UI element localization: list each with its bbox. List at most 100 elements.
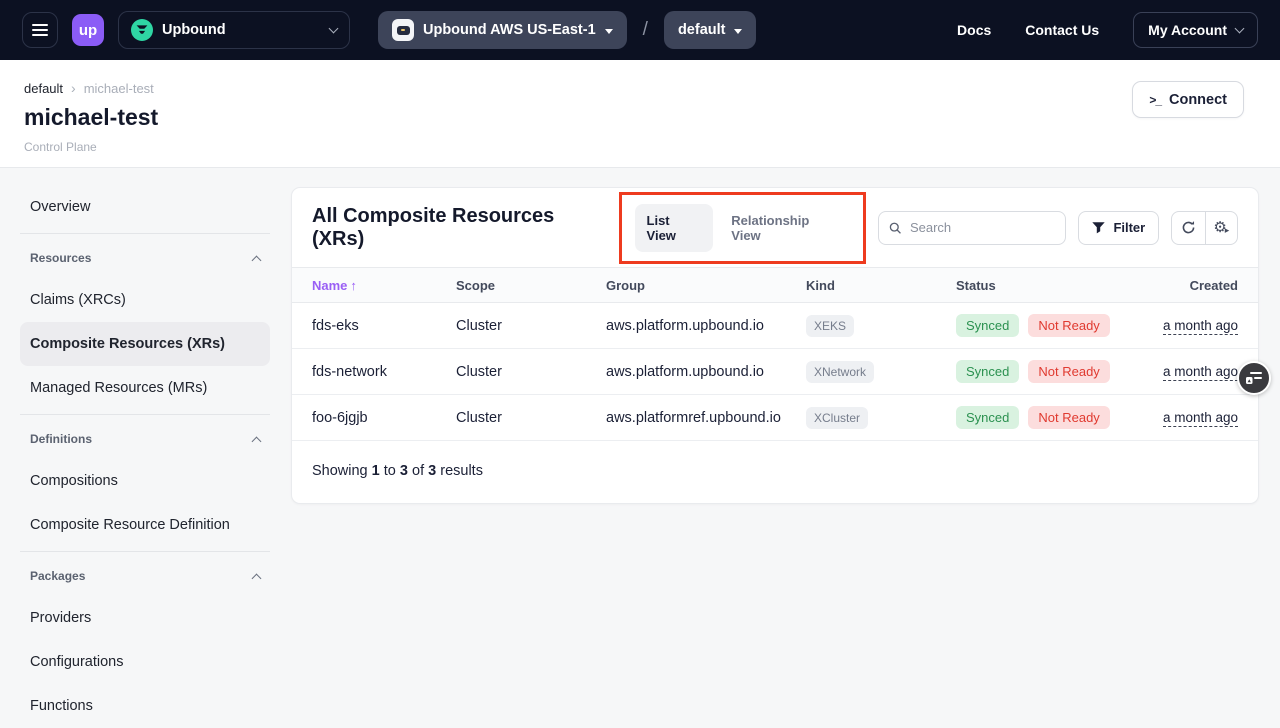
column-header-group[interactable]: Group [606,278,806,293]
control-plane-selector-label: Upbound AWS US-East-1 [423,22,596,38]
upbound-logo[interactable]: up [72,14,104,46]
sidebar-section-label: Packages [30,569,85,583]
table-row[interactable]: fds-network Cluster aws.platform.upbound… [292,349,1258,395]
group-selector-label: default [678,22,726,38]
cell-name: fds-eks [312,318,456,334]
navbar-right: Docs Contact Us My Account [957,12,1258,48]
my-account-menu[interactable]: My Account [1133,12,1258,48]
connect-button[interactable]: >_ Connect [1132,81,1244,118]
control-plane-selector[interactable]: Upbound AWS US-East-1 [378,11,627,49]
contact-us-link[interactable]: Contact Us [1025,22,1099,38]
divider [20,233,270,234]
connect-button-label: Connect [1169,92,1227,108]
status-badge-synced: Synced [956,314,1019,337]
table-row[interactable]: foo-6jgjb Cluster aws.platformref.upboun… [292,395,1258,441]
chevron-down-icon [329,23,339,33]
results-total: 3 [428,463,436,479]
page-subtitle: Control Plane [24,140,1244,154]
column-header-status[interactable]: Status [956,278,1141,293]
sidebar-section-packages[interactable]: Packages [20,556,270,596]
kind-badge: XEKS [806,315,854,337]
sidebar-item-managed-resources[interactable]: Managed Resources (MRs) [20,366,270,410]
org-selector-label: Upbound [162,22,321,38]
tab-relationship-view[interactable]: Relationship View [731,213,839,243]
column-header-kind[interactable]: Kind [806,278,956,293]
table-row[interactable]: fds-eks Cluster aws.platform.upbound.io … [292,303,1258,349]
cell-group: aws.platformref.upbound.io [606,410,806,426]
kind-badge: XCluster [806,407,868,429]
divider [20,551,270,552]
results-end: 3 [400,463,408,479]
search-input[interactable] [908,219,1056,236]
filter-icon [1092,222,1105,234]
search-box [878,211,1067,245]
breadcrumb: default › michael-test [24,80,1244,96]
group-selector[interactable]: default [664,11,757,49]
cell-scope: Cluster [456,364,606,380]
table-header-row: Name↑ Scope Group Kind Status Created [292,267,1258,303]
panel-title: All Composite Resources (XRs) [312,205,607,251]
sidebar-item-xrd[interactable]: Composite Resource Definition [20,503,270,547]
red-annotation-box: List View Relationship View [619,192,866,264]
cell-group: aws.platform.upbound.io [606,364,806,380]
auto-refresh-settings-button[interactable]: ⚙ ▸ [1205,212,1237,244]
status-badge-synced: Synced [956,406,1019,429]
sidebar-item-providers[interactable]: Providers [20,596,270,640]
cell-scope: Cluster [456,410,606,426]
org-avatar-icon [131,19,153,41]
divider [20,414,270,415]
control-plane-icon [392,19,414,41]
column-header-scope[interactable]: Scope [456,278,606,293]
cell-name: foo-6jgjb [312,410,456,426]
status-badge-not-ready: Not Ready [1028,314,1109,337]
created-timestamp[interactable]: a month ago [1163,318,1238,335]
sidebar-section-definitions[interactable]: Definitions [20,419,270,459]
docs-link[interactable]: Docs [957,22,991,38]
caret-down-icon [605,29,613,34]
my-account-label: My Account [1148,22,1227,38]
status-badge-not-ready: Not Ready [1028,406,1109,429]
path-separator: / [643,19,648,41]
refresh-button[interactable] [1172,212,1204,244]
sidebar-section-label: Definitions [30,432,92,446]
tab-list-view[interactable]: List View [635,204,714,252]
chevron-up-icon [252,255,262,265]
org-selector[interactable]: Upbound [118,11,350,49]
filter-button-label: Filter [1113,220,1145,235]
terminal-icon: >_ [1149,93,1161,107]
cell-group: aws.platform.upbound.io [606,318,806,334]
sidebar-item-claims[interactable]: Claims (XRCs) [20,278,270,322]
sidebar-item-compositions[interactable]: Compositions [20,459,270,503]
filter-button[interactable]: Filter [1078,211,1159,245]
column-header-created[interactable]: Created [1141,278,1238,293]
top-navbar: up Upbound Upbound AWS US-East-1 / defau… [0,0,1280,60]
status-badge-not-ready: Not Ready [1028,360,1109,383]
sidebar-item-composite-resources[interactable]: Composite Resources (XRs) [20,322,270,366]
caret-down-icon [734,29,742,34]
sidebar-section-label: Resources [30,251,91,265]
breadcrumb-parent[interactable]: default [24,81,63,96]
search-icon [889,221,901,235]
created-timestamp[interactable]: a month ago [1163,364,1238,381]
sidebar-section-resources[interactable]: Resources [20,238,270,278]
menu-icon[interactable] [22,12,58,48]
cell-name: fds-network [312,364,456,380]
sidebar-item-overview[interactable]: Overview [20,185,270,229]
refresh-icon [1181,220,1196,235]
status-badge-synced: Synced [956,360,1019,383]
composite-resources-panel: All Composite Resources (XRs) List View … [291,187,1259,504]
sidebar-item-configurations[interactable]: Configurations [20,640,270,684]
resource-center-icon [1246,371,1262,385]
created-timestamp[interactable]: a month ago [1163,410,1238,427]
play-icon: ▸ [1225,225,1230,236]
column-header-name[interactable]: Name↑ [312,278,456,293]
table-actions-group: ⚙ ▸ [1171,211,1238,245]
resource-center-widget-button[interactable] [1237,361,1271,395]
kind-badge: XNetwork [806,361,874,383]
cell-scope: Cluster [456,318,606,334]
results-start: 1 [372,463,380,479]
sidebar: Overview Resources Claims (XRCs) Composi… [20,185,270,728]
sidebar-item-functions[interactable]: Functions [20,684,270,728]
results-summary: Showing 1 to 3 of 3 results [292,441,1258,503]
page-header: default › michael-test michael-test Cont… [0,60,1280,168]
